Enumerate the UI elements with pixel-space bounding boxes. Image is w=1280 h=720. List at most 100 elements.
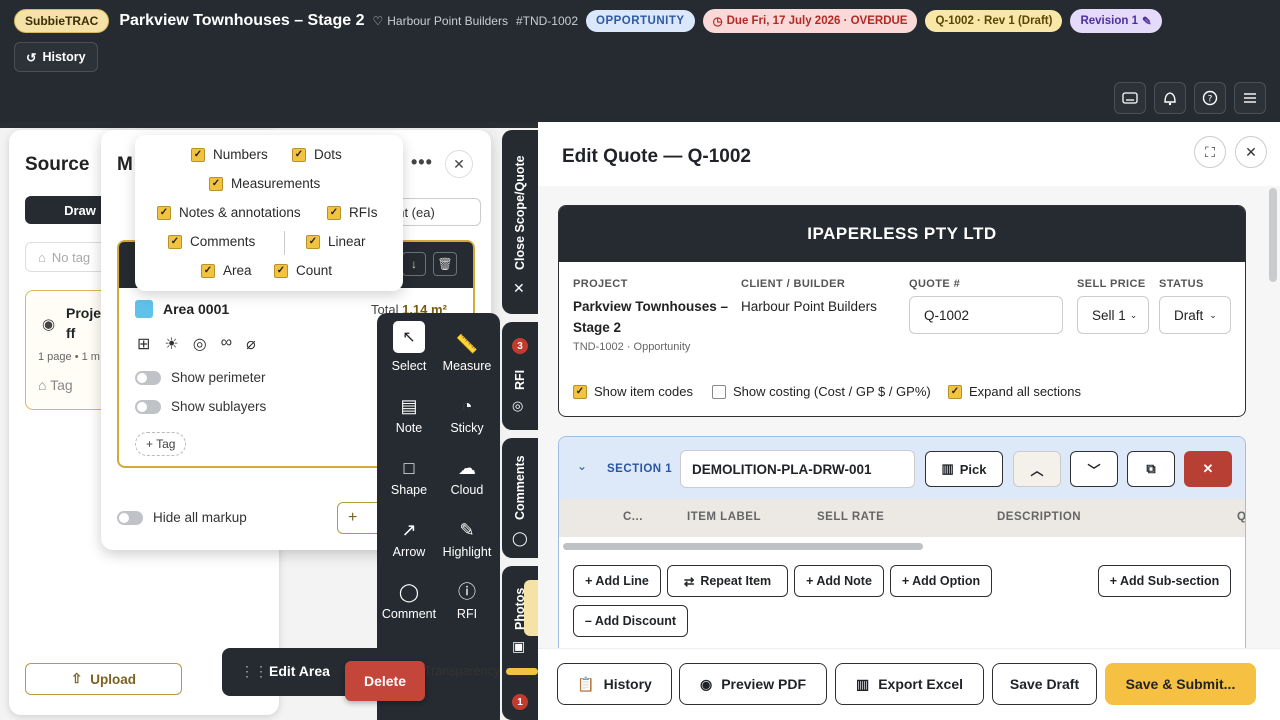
- checkbox[interactable]: ✓: [209, 176, 223, 191]
- square-icon: □: [403, 458, 415, 478]
- area-name: Area 0001: [135, 300, 229, 318]
- filter-notes[interactable]: ✓ Notes & annotations: [157, 205, 301, 220]
- upload-button[interactable]: ⇧ Upload: [25, 663, 182, 695]
- tool-shape[interactable]: □ Shape: [381, 445, 437, 497]
- checkbox[interactable]: [712, 384, 726, 399]
- tool-select[interactable]: ↖ Select: [381, 321, 437, 373]
- add-line-button[interactable]: + Add Line: [573, 565, 661, 597]
- checkbox[interactable]: ✓: [573, 384, 587, 399]
- transparency-slider[interactable]: [506, 668, 538, 675]
- toggle-switch[interactable]: [117, 510, 143, 525]
- tool-measure[interactable]: 📏 Measure: [439, 321, 495, 373]
- tool-comment[interactable]: ◯ Comment: [381, 569, 437, 621]
- brand-badge[interactable]: SubbieTRAC: [14, 9, 110, 33]
- project-card-tag[interactable]: ⌂ Tag: [38, 377, 73, 393]
- filter-area[interactable]: ✓ Area: [201, 263, 252, 278]
- checkbox[interactable]: ✓: [168, 234, 182, 249]
- tool-note[interactable]: ▤ Note: [381, 383, 437, 435]
- add-tag-button[interactable]: + Tag: [135, 432, 187, 456]
- close-scope-tab[interactable]: Close Scope/Quote ✕: [502, 130, 538, 314]
- lightbulb-icon[interactable]: ☀: [164, 334, 178, 354]
- checkbox[interactable]: ✓: [948, 384, 962, 399]
- quote-number-input[interactable]: Q-1002: [909, 296, 1063, 334]
- eye-icon[interactable]: ◉: [42, 315, 55, 333]
- keyboard-icon[interactable]: [1114, 82, 1146, 114]
- menu-icon[interactable]: [1234, 82, 1266, 114]
- area-color-swatch[interactable]: [135, 300, 153, 318]
- trash-icon[interactable]: 🗑: [433, 252, 457, 276]
- tool-cloud[interactable]: ☁ Cloud: [439, 445, 495, 497]
- status-select[interactable]: Draft ⌄: [1159, 296, 1231, 334]
- toggle-switch[interactable]: [135, 370, 161, 385]
- filter-measurements[interactable]: ✓ Measurements: [209, 176, 320, 191]
- tool-arrow[interactable]: ↗ Arrow: [381, 507, 437, 559]
- show-perimeter-toggle[interactable]: Show perimeter: [135, 370, 266, 385]
- save-draft-button[interactable]: Save Draft: [992, 663, 1097, 705]
- rfi-tab[interactable]: 3 RFI ◎: [502, 322, 538, 430]
- checkbox[interactable]: ✓: [201, 263, 215, 278]
- filter-comments[interactable]: ✓ Comments: [168, 234, 255, 249]
- close-icon[interactable]: ✕: [445, 150, 473, 178]
- add-square-icon[interactable]: ⊞: [137, 334, 150, 354]
- move-up-button[interactable]: ︿: [1013, 451, 1061, 487]
- save-submit-button[interactable]: Save & Submit...: [1105, 663, 1256, 705]
- checkbox[interactable]: ✓: [191, 147, 205, 162]
- history-button[interactable]: 📋 History: [557, 663, 672, 705]
- show-sublayers-toggle[interactable]: Show sublayers: [135, 399, 266, 414]
- tool-rfi[interactable]: ⓘ RFI: [439, 569, 495, 621]
- header-history-button[interactable]: ↺ History: [14, 42, 98, 72]
- move-down-button[interactable]: ﹀: [1070, 451, 1118, 487]
- checkbox[interactable]: ✓: [274, 263, 288, 278]
- duplicate-button[interactable]: ⧉: [1127, 451, 1175, 487]
- hide-all-markup-toggle[interactable]: Hide all markup: [117, 510, 247, 525]
- tool-sticky[interactable]: ◔ Sticky: [439, 383, 495, 435]
- filter-dots[interactable]: ✓ Dots: [292, 147, 342, 162]
- photos-tab[interactable]: Photos ▣ 1: [502, 566, 538, 720]
- drag-handle-icon[interactable]: ⋮⋮: [240, 663, 268, 680]
- target-icon[interactable]: ◎: [193, 334, 207, 354]
- paperclip-icon[interactable]: ⌀: [246, 334, 256, 354]
- table-header: C... ITEM LABEL SELL RATE DESCRIPTION Q: [559, 499, 1245, 537]
- expand-icon[interactable]: ⛶: [1194, 136, 1226, 168]
- pick-button[interactable]: ▥ Pick: [925, 451, 1003, 487]
- project-label: PROJECT: [573, 278, 628, 290]
- checkbox[interactable]: ✓: [327, 205, 341, 220]
- checkbox[interactable]: ✓: [157, 205, 171, 220]
- revision-badge[interactable]: Revision 1 ✎: [1070, 9, 1162, 33]
- close-icon[interactable]: ✕: [1235, 136, 1267, 168]
- add-option-button[interactable]: + Add Option: [890, 565, 992, 597]
- add-subsection-button[interactable]: + Add Sub-section: [1098, 565, 1231, 597]
- filter-rfis[interactable]: ✓ RFIs: [327, 205, 378, 220]
- filter-count[interactable]: ✓ Count: [274, 263, 332, 278]
- filter-numbers[interactable]: ✓ Numbers: [191, 147, 268, 162]
- export-excel-button[interactable]: ▥ Export Excel: [835, 663, 984, 705]
- sell-price-select[interactable]: Sell 1 ⌄: [1077, 296, 1149, 334]
- quote-body: IPAPERLESS PTY LTD PROJECT Parkview Town…: [538, 186, 1280, 656]
- checkbox[interactable]: ✓: [306, 234, 320, 249]
- bell-icon[interactable]: [1154, 82, 1186, 114]
- show-costing-option[interactable]: Show costing (Cost / GP $ / GP%): [712, 384, 931, 399]
- link-icon[interactable]: ∞: [221, 334, 232, 354]
- add-discount-button[interactable]: – Add Discount: [573, 605, 688, 637]
- filter-linear[interactable]: ✓ Linear: [306, 234, 366, 249]
- tool-highlight[interactable]: ✎ Highlight: [439, 507, 495, 559]
- toggle-switch[interactable]: [135, 399, 161, 414]
- vertical-scrollbar[interactable]: [1269, 188, 1277, 282]
- horizontal-scrollbar[interactable]: [563, 543, 923, 550]
- show-item-codes-option[interactable]: ✓ Show item codes: [573, 384, 693, 399]
- help-icon[interactable]: ?: [1194, 82, 1226, 114]
- add-note-button[interactable]: + Add Note: [794, 565, 884, 597]
- show-perimeter-label: Show perimeter: [171, 370, 266, 385]
- comments-tab[interactable]: Comments ◯: [502, 438, 538, 558]
- preview-pdf-button[interactable]: ◉ Preview PDF: [679, 663, 827, 705]
- section-name-input[interactable]: DEMOLITION-PLA-DRW-001: [680, 450, 915, 488]
- delete-button[interactable]: Delete: [345, 661, 425, 701]
- checkbox[interactable]: ✓: [292, 147, 306, 162]
- more-options-icon[interactable]: •••: [411, 152, 433, 173]
- download-icon[interactable]: ↓: [402, 252, 426, 276]
- quote-badge[interactable]: Q-1002 · Rev 1 (Draft): [925, 10, 1063, 32]
- expand-all-option[interactable]: ✓ Expand all sections: [948, 384, 1081, 399]
- chevron-down-icon[interactable]: ⌄: [577, 459, 587, 473]
- remove-section-button[interactable]: ✕: [1184, 451, 1232, 487]
- repeat-item-button[interactable]: ⇄ Repeat Item: [667, 565, 788, 597]
